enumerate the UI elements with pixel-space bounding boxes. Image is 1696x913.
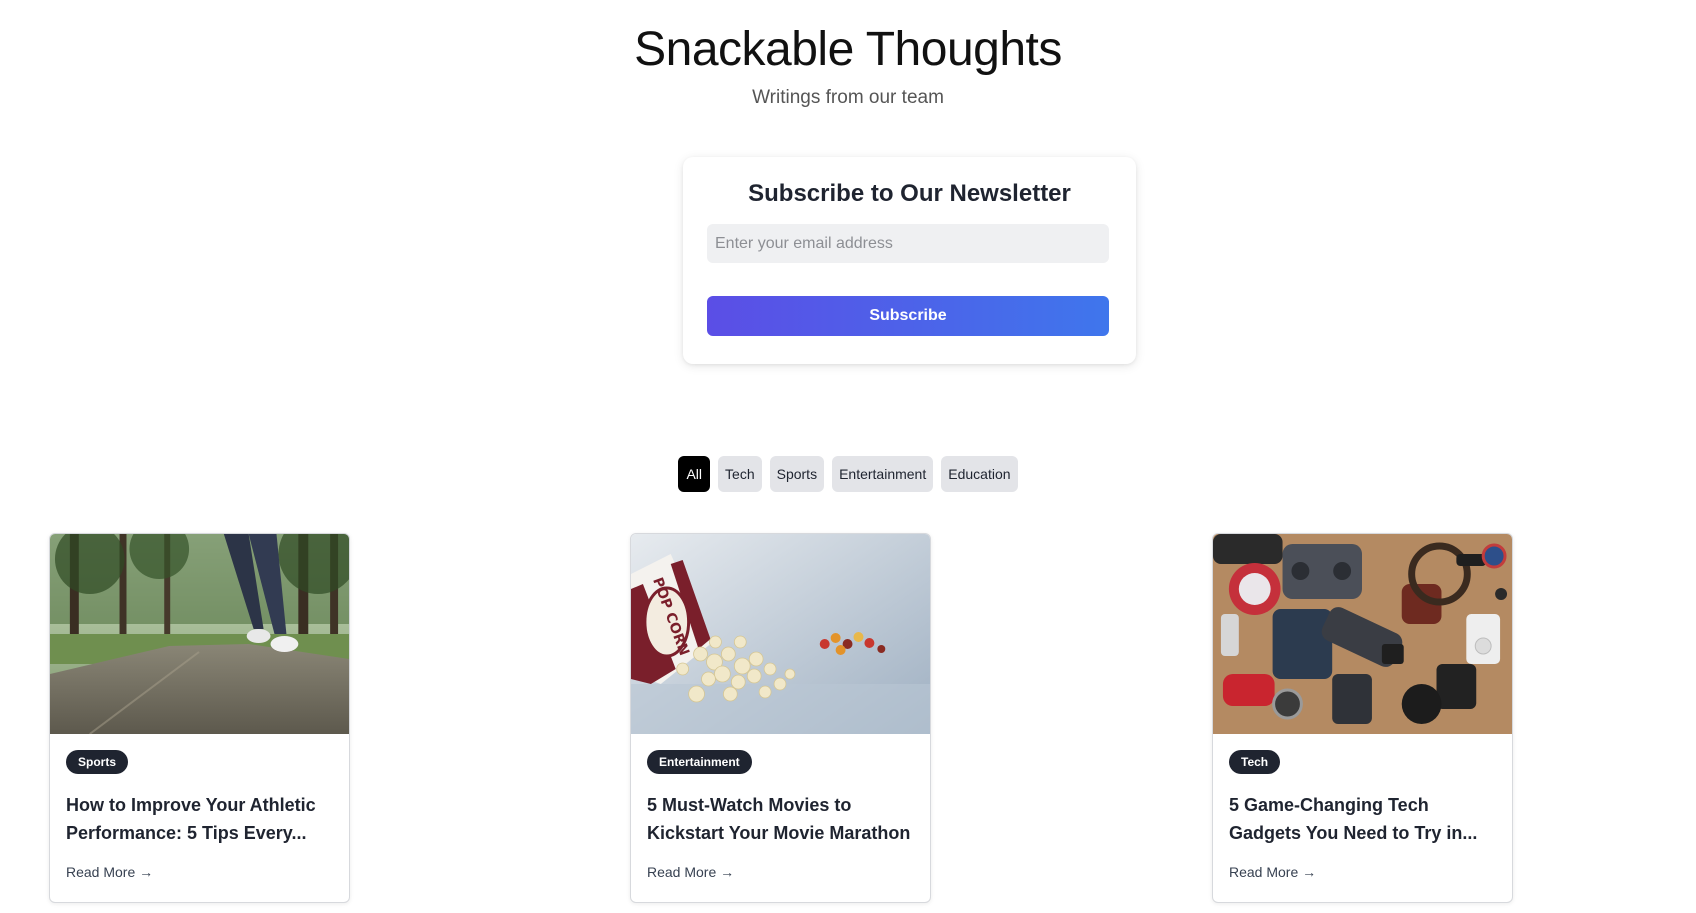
site-title: Snackable Thoughts bbox=[634, 23, 1062, 76]
page-header: Snackable Thoughts Writings from our tea… bbox=[0, 22, 1696, 110]
filter-all[interactable]: All bbox=[678, 456, 711, 492]
read-more-link[interactable]: Read More → bbox=[1229, 864, 1316, 880]
filter-entertainment[interactable]: Entertainment bbox=[832, 456, 934, 492]
filter-sports[interactable]: Sports bbox=[769, 456, 825, 492]
category-filter-bar: All Tech Sports Entertainment Education bbox=[0, 456, 1696, 492]
subscribe-button[interactable]: Subscribe bbox=[707, 296, 1109, 336]
read-more-link[interactable]: Read More → bbox=[647, 864, 734, 880]
filter-tech[interactable]: Tech bbox=[718, 456, 762, 492]
runner-photo bbox=[50, 534, 349, 734]
newsletter-card: Subscribe to Our Newsletter Subscribe bbox=[683, 157, 1136, 364]
filter-education[interactable]: Education bbox=[941, 456, 1018, 492]
category-badge: Entertainment bbox=[647, 750, 752, 774]
newsletter-heading: Subscribe to Our Newsletter bbox=[748, 180, 1071, 207]
post-card-sports[interactable]: Sports How to Improve Your Athletic Perf… bbox=[49, 533, 350, 903]
category-badge: Tech bbox=[1229, 750, 1281, 774]
category-badge: Sports bbox=[66, 750, 129, 774]
post-title[interactable]: 5 Game-Changing Tech Gadgets You Need to… bbox=[1229, 791, 1496, 847]
post-card-entertainment[interactable]: POP CORN Entertainment 5 Must-Watch Movi… bbox=[630, 533, 931, 903]
post-title[interactable]: How to Improve Your Athletic Performance… bbox=[66, 791, 333, 847]
site-subtitle: Writings from our team bbox=[752, 87, 944, 108]
read-more-link[interactable]: Read More → bbox=[66, 864, 153, 880]
popcorn-photo: POP CORN bbox=[631, 534, 930, 734]
tech-gadgets-photo bbox=[1213, 534, 1512, 734]
email-input[interactable] bbox=[707, 224, 1109, 263]
post-card-tech[interactable]: Tech 5 Game-Changing Tech Gadgets You Ne… bbox=[1212, 533, 1513, 903]
post-title[interactable]: 5 Must-Watch Movies to Kickstart Your Mo… bbox=[647, 791, 914, 847]
